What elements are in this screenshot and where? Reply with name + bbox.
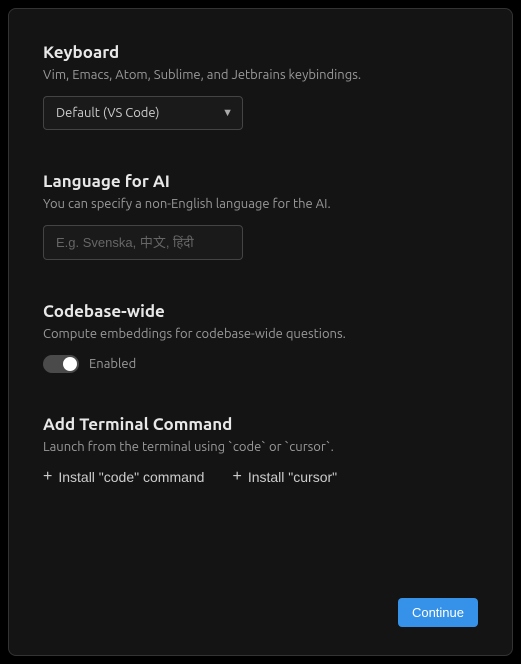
language-section: Language for AI You can specify a non-En… <box>43 172 478 260</box>
keyboard-select-wrap: Default (VS Code) ▼ <box>43 96 243 130</box>
continue-button[interactable]: Continue <box>398 598 478 627</box>
plus-icon: + <box>43 468 52 486</box>
terminal-section: Add Terminal Command Launch from the ter… <box>43 415 478 486</box>
settings-panel: Keyboard Vim, Emacs, Atom, Sublime, and … <box>8 8 513 656</box>
codebase-section: Codebase-wide Compute embeddings for cod… <box>43 302 478 373</box>
keyboard-section: Keyboard Vim, Emacs, Atom, Sublime, and … <box>43 43 478 130</box>
language-desc: You can specify a non-English language f… <box>43 197 478 211</box>
keyboard-desc: Vim, Emacs, Atom, Sublime, and Jetbrains… <box>43 68 478 82</box>
terminal-commands-row: + Install "code" command + Install "curs… <box>43 468 478 486</box>
codebase-title: Codebase-wide <box>43 302 478 321</box>
keyboard-select[interactable]: Default (VS Code) <box>43 96 243 130</box>
install-code-button[interactable]: + Install "code" command <box>43 468 204 486</box>
plus-icon: + <box>232 468 241 486</box>
codebase-desc: Compute embeddings for codebase-wide que… <box>43 327 478 341</box>
install-code-label: Install "code" command <box>58 469 204 485</box>
keyboard-title: Keyboard <box>43 43 478 62</box>
terminal-desc: Launch from the terminal using `code` or… <box>43 440 478 454</box>
toggle-knob-icon <box>63 357 77 371</box>
codebase-toggle-label: Enabled <box>89 357 136 371</box>
footer: Continue <box>398 598 478 627</box>
install-cursor-label: Install "cursor" <box>248 469 337 485</box>
codebase-toggle[interactable] <box>43 355 79 373</box>
install-cursor-button[interactable]: + Install "cursor" <box>232 468 337 486</box>
language-input[interactable] <box>43 225 243 260</box>
language-title: Language for AI <box>43 172 478 191</box>
terminal-title: Add Terminal Command <box>43 415 478 434</box>
codebase-toggle-row: Enabled <box>43 355 478 373</box>
